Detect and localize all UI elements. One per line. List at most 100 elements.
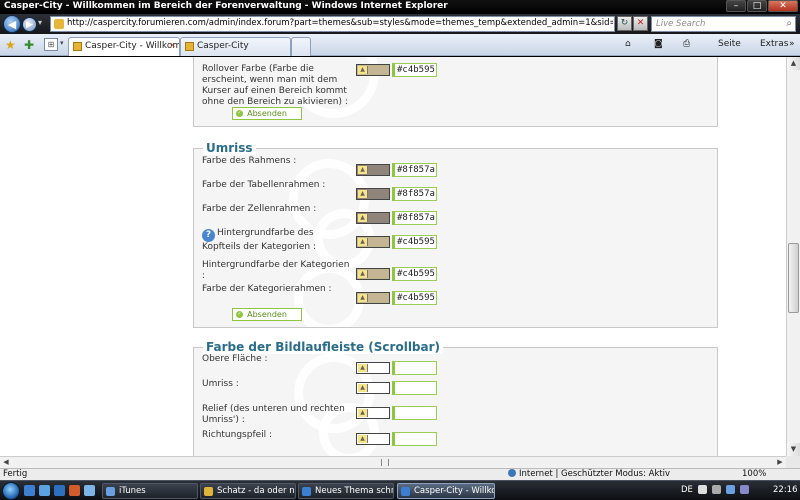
- tab-casper-city[interactable]: Casper-City: [180, 37, 291, 56]
- clock[interactable]: 22:16: [773, 485, 798, 495]
- maximize-button[interactable]: □: [747, 0, 767, 12]
- help-icon[interactable]: ?: [202, 229, 215, 242]
- add-favorites-icon[interactable]: ✚: [24, 38, 34, 52]
- color-hex-input[interactable]: #8f857a: [392, 163, 437, 177]
- close-window-button[interactable]: ✕: [768, 0, 798, 12]
- refresh-button[interactable]: ↻: [617, 16, 632, 31]
- color-swatch[interactable]: ▲: [356, 164, 390, 176]
- vertical-scrollbar[interactable]: ▲ ▼: [786, 57, 800, 456]
- tray-app-icon[interactable]: [726, 485, 735, 494]
- show-desktop-icon[interactable]: [24, 485, 35, 496]
- color-picker-icon[interactable]: ▲: [358, 409, 368, 417]
- color-hex-input[interactable]: #c4b595: [392, 63, 437, 77]
- tray-network-icon[interactable]: [698, 485, 707, 494]
- recent-pages-dropdown-icon[interactable]: ▾: [38, 18, 42, 27]
- color-swatch[interactable]: ▲: [356, 382, 390, 394]
- tray-app-icon[interactable]: [740, 485, 749, 494]
- color-hex-input[interactable]: [392, 361, 437, 375]
- color-picker-icon[interactable]: ▲: [358, 66, 368, 74]
- color-swatch[interactable]: ▲: [356, 407, 390, 419]
- submit-button[interactable]: ✓ Absenden: [232, 308, 302, 321]
- more-commands-icon[interactable]: »: [789, 39, 795, 49]
- new-tab-button[interactable]: [291, 37, 311, 56]
- scroll-left-icon[interactable]: ◀: [0, 457, 12, 468]
- taskbar-item-itunes[interactable]: iTunes: [102, 483, 198, 499]
- search-box[interactable]: Live Search ⌕: [651, 16, 796, 32]
- color-swatch[interactable]: ▲: [356, 268, 390, 280]
- scrollbar-grip[interactable]: [381, 459, 389, 466]
- tab-label: Casper-City: [197, 41, 249, 51]
- color-picker-icon[interactable]: ▲: [358, 294, 368, 302]
- color-hex-input[interactable]: #c4b595: [392, 291, 437, 305]
- close-tab-icon[interactable]: ✕: [169, 41, 176, 50]
- color-swatch[interactable]: ▲: [356, 433, 390, 445]
- search-icon[interactable]: ⌕: [786, 18, 792, 29]
- minimize-button[interactable]: –: [726, 0, 746, 12]
- taskbar-item-schatz[interactable]: Schatz - da oder nic...: [200, 483, 296, 499]
- ie-icon: [401, 487, 410, 496]
- zoom-level[interactable]: 100%: [742, 469, 766, 479]
- color-swatch[interactable]: ▲: [356, 64, 390, 76]
- title-bar: Casper-City - Willkommen im Bereich der …: [0, 0, 800, 14]
- media-player-icon[interactable]: [69, 485, 80, 496]
- forward-button[interactable]: ▶: [22, 17, 37, 32]
- address-url[interactable]: http://caspercity.forumieren.com/admin/i…: [67, 18, 613, 28]
- address-bar[interactable]: http://caspercity.forumieren.com/admin/i…: [50, 16, 615, 32]
- quick-tabs-icon[interactable]: ⊞: [44, 38, 58, 51]
- feeds-icon[interactable]: ◙: [654, 39, 663, 49]
- color-picker-icon[interactable]: ▲: [358, 214, 368, 222]
- favorites-star-icon[interactable]: ★: [5, 38, 16, 52]
- stop-button[interactable]: ✕: [633, 16, 648, 31]
- rollover-section: Rollover Farbe (Farbe die erscheint, wen…: [193, 57, 718, 127]
- color-hex-input[interactable]: #c4b595: [392, 235, 437, 249]
- page-menu[interactable]: Seite: [718, 39, 741, 49]
- itunes-icon: [106, 487, 115, 496]
- color-hex-input[interactable]: [392, 381, 437, 395]
- tools-menu[interactable]: Extras: [760, 39, 788, 49]
- taskbar-item-casper-city[interactable]: Casper-City - Willko...: [397, 483, 495, 499]
- internet-explorer-icon[interactable]: [54, 485, 65, 496]
- tab-bar: ★ ✚ ⊞ ▾ Casper-City - Willkomm... ✕ Casp…: [0, 34, 800, 56]
- scroll-down-icon[interactable]: ▼: [787, 443, 800, 456]
- color-hex-input[interactable]: #8f857a: [392, 187, 437, 201]
- color-picker-icon[interactable]: ▲: [358, 270, 368, 278]
- print-icon[interactable]: ⎙: [683, 39, 690, 49]
- horizontal-scrollbar[interactable]: ◀ ▶: [0, 456, 786, 468]
- switch-windows-icon[interactable]: [39, 485, 50, 496]
- color-swatch[interactable]: ▲: [356, 188, 390, 200]
- color-hex-input[interactable]: #8f857a: [392, 211, 437, 225]
- scroll-up-icon[interactable]: ▲: [787, 57, 800, 70]
- scrollbar-thumb[interactable]: [788, 243, 799, 313]
- color-swatch[interactable]: ▲: [356, 292, 390, 304]
- submit-button[interactable]: ✓ Absenden: [232, 107, 302, 120]
- color-picker-icon[interactable]: ▲: [358, 190, 368, 198]
- field-label: Farbe der Kategorierahmen :: [202, 284, 332, 294]
- color-picker-icon[interactable]: ▲: [358, 238, 368, 246]
- security-zone[interactable]: Internet | Geschützter Modus: Aktiv: [508, 469, 670, 479]
- quicklaunch-icon[interactable]: [84, 485, 95, 496]
- color-swatch[interactable]: ▲: [356, 362, 390, 374]
- search-input[interactable]: Live Search: [656, 19, 705, 29]
- taskbar-item-neues-thema[interactable]: Neues Thema schrei...: [298, 483, 394, 499]
- start-button[interactable]: [2, 482, 20, 500]
- home-icon[interactable]: ⌂: [625, 39, 631, 49]
- scroll-right-icon[interactable]: ▶: [774, 457, 786, 468]
- color-hex-input[interactable]: [392, 432, 437, 446]
- ie-icon: [302, 487, 311, 496]
- page-icon: [54, 19, 64, 29]
- color-hex-input[interactable]: [392, 406, 437, 420]
- check-icon: ✓: [236, 110, 243, 117]
- color-picker-icon[interactable]: ▲: [358, 384, 368, 392]
- color-picker-icon[interactable]: ▲: [358, 364, 368, 372]
- color-hex-input[interactable]: #c4b595: [392, 267, 437, 281]
- color-swatch[interactable]: ▲: [356, 212, 390, 224]
- language-indicator[interactable]: DE: [681, 485, 693, 495]
- color-picker-icon[interactable]: ▲: [358, 435, 368, 443]
- back-button[interactable]: ◀: [3, 15, 21, 33]
- tab-list-dropdown-icon[interactable]: ▾: [60, 39, 64, 47]
- color-picker-icon[interactable]: ▲: [358, 166, 368, 174]
- tab-casper-city-admin[interactable]: Casper-City - Willkomm... ✕: [68, 37, 180, 56]
- navigation-bar: ◀ ▶ ▾ http://caspercity.forumieren.com/a…: [0, 14, 800, 34]
- color-swatch[interactable]: ▲: [356, 236, 390, 248]
- tray-volume-icon[interactable]: [712, 485, 721, 494]
